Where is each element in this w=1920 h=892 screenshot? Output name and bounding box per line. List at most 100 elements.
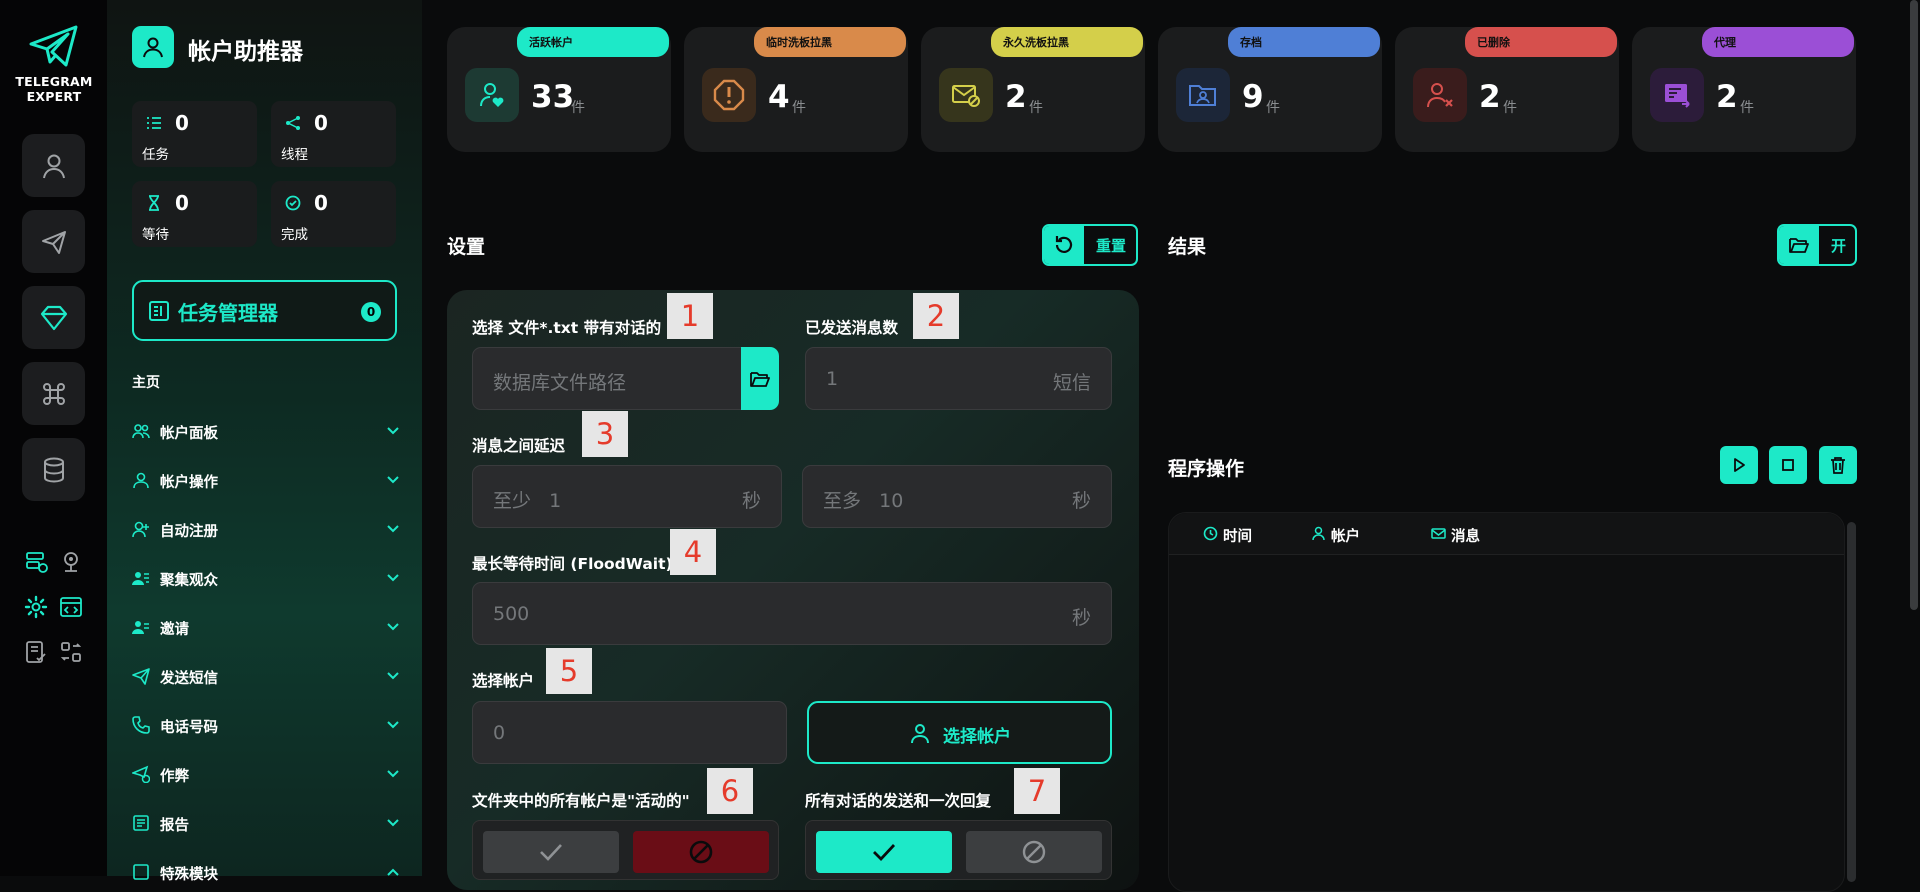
- folder-open-icon: [1779, 226, 1819, 264]
- status-card-proxy[interactable]: 代理 2 件: [1632, 27, 1856, 152]
- nav-item-invite[interactable]: 邀请: [132, 612, 400, 642]
- paper-plane-icon: [132, 668, 150, 685]
- nav-item-account-panel[interactable]: 帐户面板: [132, 416, 400, 446]
- hourglass-icon: [149, 195, 159, 211]
- chevron-down-icon: [387, 770, 399, 778]
- database-icon: [43, 457, 64, 483]
- user-plus-icon: [132, 521, 149, 538]
- results-title: 结果: [1168, 236, 1207, 258]
- nav-item-gather-audience[interactable]: 聚集观众: [132, 563, 400, 593]
- proxy-icon: [1650, 68, 1704, 122]
- stat-waiting: 0 等待: [132, 181, 257, 247]
- file-path-placeholder: 数据库文件路径: [493, 372, 627, 394]
- nav-label: 特殊模块: [160, 867, 218, 883]
- rail-notes-button[interactable]: [21, 637, 51, 667]
- select-account-label: 选择帐户: [943, 727, 1011, 747]
- check-icon: [873, 844, 896, 862]
- rail-send-button[interactable]: [22, 210, 85, 273]
- account-count-input[interactable]: 0: [472, 701, 787, 764]
- chevron-down-icon: [387, 525, 399, 533]
- open-label: 开: [1831, 237, 1847, 255]
- sent-count-value: 1: [826, 368, 839, 390]
- nav-label: 聚集观众: [160, 573, 218, 589]
- rail-premium-button[interactable]: [22, 286, 85, 349]
- reset-button[interactable]: 重置: [1042, 224, 1138, 266]
- mail-icon: [1431, 528, 1446, 539]
- task-manager-button[interactable]: 任务管理器 0: [132, 280, 397, 341]
- phone-icon: [132, 716, 150, 734]
- rail-code-button[interactable]: [56, 592, 86, 622]
- nav-item-auto-register[interactable]: 自动注册: [132, 514, 400, 544]
- reply-no-option[interactable]: [966, 831, 1102, 873]
- nav-item-cheat[interactable]: 作弊: [132, 759, 400, 789]
- users-icon: [132, 424, 150, 439]
- chevron-down-icon: [387, 574, 399, 582]
- rail-command-button[interactable]: [22, 362, 85, 425]
- stop-button[interactable]: [1769, 446, 1807, 484]
- chevron-down-icon: [387, 476, 399, 484]
- rail-settings-button[interactable]: [21, 592, 51, 622]
- user-icon: [133, 472, 149, 489]
- nav-item-account-actions[interactable]: 帐户操作: [132, 465, 400, 495]
- nav-item-send-sms[interactable]: 发送短信: [132, 661, 400, 691]
- rail-accounts-button[interactable]: [22, 134, 85, 197]
- browse-file-button[interactable]: [741, 347, 779, 410]
- marker-7: 7: [1014, 768, 1060, 814]
- transfer-icon: [60, 642, 82, 662]
- log-header: 时间 帐户 消息: [1169, 513, 1844, 555]
- active-accounts-label: 文件夹中的所有帐户是"活动的": [472, 792, 690, 810]
- clear-log-button[interactable]: [1819, 446, 1857, 484]
- command-icon: [42, 382, 65, 405]
- sent-count-label: 已发送消息数: [805, 319, 899, 337]
- active-yes-option[interactable]: [483, 831, 619, 873]
- floodwait-input[interactable]: 500 秒: [472, 582, 1112, 645]
- nav-item-special-modules[interactable]: 特殊模块: [132, 857, 400, 887]
- gear-icon: [24, 595, 48, 619]
- trash-icon: [1831, 457, 1845, 474]
- nav-item-phone-numbers[interactable]: 电话号码: [132, 710, 400, 740]
- open-results-button[interactable]: 开: [1777, 224, 1857, 266]
- status-card-perm-ban[interactable]: 永久洗板拉黑 2 件: [921, 27, 1145, 152]
- status-card-deleted[interactable]: 已删除 2 件: [1395, 27, 1619, 152]
- stat-label: 完成: [281, 227, 308, 243]
- floodwait-label: 最长等待时间 (FloodWait): [472, 555, 673, 573]
- status-card-temp-ban[interactable]: 临时洗板拉黑 4 件: [684, 27, 908, 152]
- stat-label: 线程: [281, 147, 308, 163]
- delay-max-suffix: 秒: [1071, 490, 1091, 512]
- stat-value: 0: [314, 111, 328, 135]
- nav-label: 自动注册: [160, 524, 218, 540]
- page-scrollbar[interactable]: [1910, 0, 1918, 610]
- user-x-icon: [1413, 68, 1467, 122]
- page-title: 帐户助推器: [188, 39, 303, 65]
- active-accounts-toggle: [472, 820, 779, 880]
- status-value: 9: [1242, 79, 1264, 115]
- select-account-button[interactable]: 选择帐户: [807, 701, 1112, 764]
- log-col-message: 消息: [1431, 525, 1480, 546]
- rail-database-button[interactable]: [22, 438, 85, 501]
- file-path-input[interactable]: 数据库文件路径: [472, 347, 742, 410]
- rail-webcam-button[interactable]: [56, 547, 86, 577]
- status-tag: 永久洗板拉黑: [991, 27, 1143, 57]
- code-window-icon: [60, 597, 82, 617]
- clock-icon: [1203, 526, 1218, 541]
- sent-count-input[interactable]: 1 短信: [805, 347, 1112, 410]
- play-button[interactable]: [1720, 446, 1758, 484]
- rail-transfer-button[interactable]: [56, 637, 86, 667]
- status-tag: 临时洗板拉黑: [754, 27, 906, 57]
- status-card-archive[interactable]: 存档 9 件: [1158, 27, 1382, 152]
- share-nodes-icon: [286, 116, 300, 130]
- rail-server-check-button[interactable]: [21, 547, 51, 577]
- status-tag: 代理: [1702, 27, 1854, 57]
- active-no-option[interactable]: [633, 831, 769, 873]
- reply-yes-option[interactable]: [816, 831, 952, 873]
- log-col-time: 时间: [1203, 525, 1252, 546]
- nav-label: 报告: [160, 818, 189, 834]
- delay-max-input[interactable]: 至多 10 秒: [802, 465, 1112, 528]
- nav-item-report[interactable]: 报告: [132, 808, 400, 838]
- status-card-active[interactable]: 活跃帐户 33 件: [447, 27, 671, 152]
- delay-min-input[interactable]: 至少 1 秒: [472, 465, 782, 528]
- nav-label: 帐户面板: [160, 426, 218, 442]
- user-icon: [911, 724, 929, 744]
- checklist-icon: [26, 641, 46, 663]
- log-scrollbar[interactable]: [1847, 522, 1856, 882]
